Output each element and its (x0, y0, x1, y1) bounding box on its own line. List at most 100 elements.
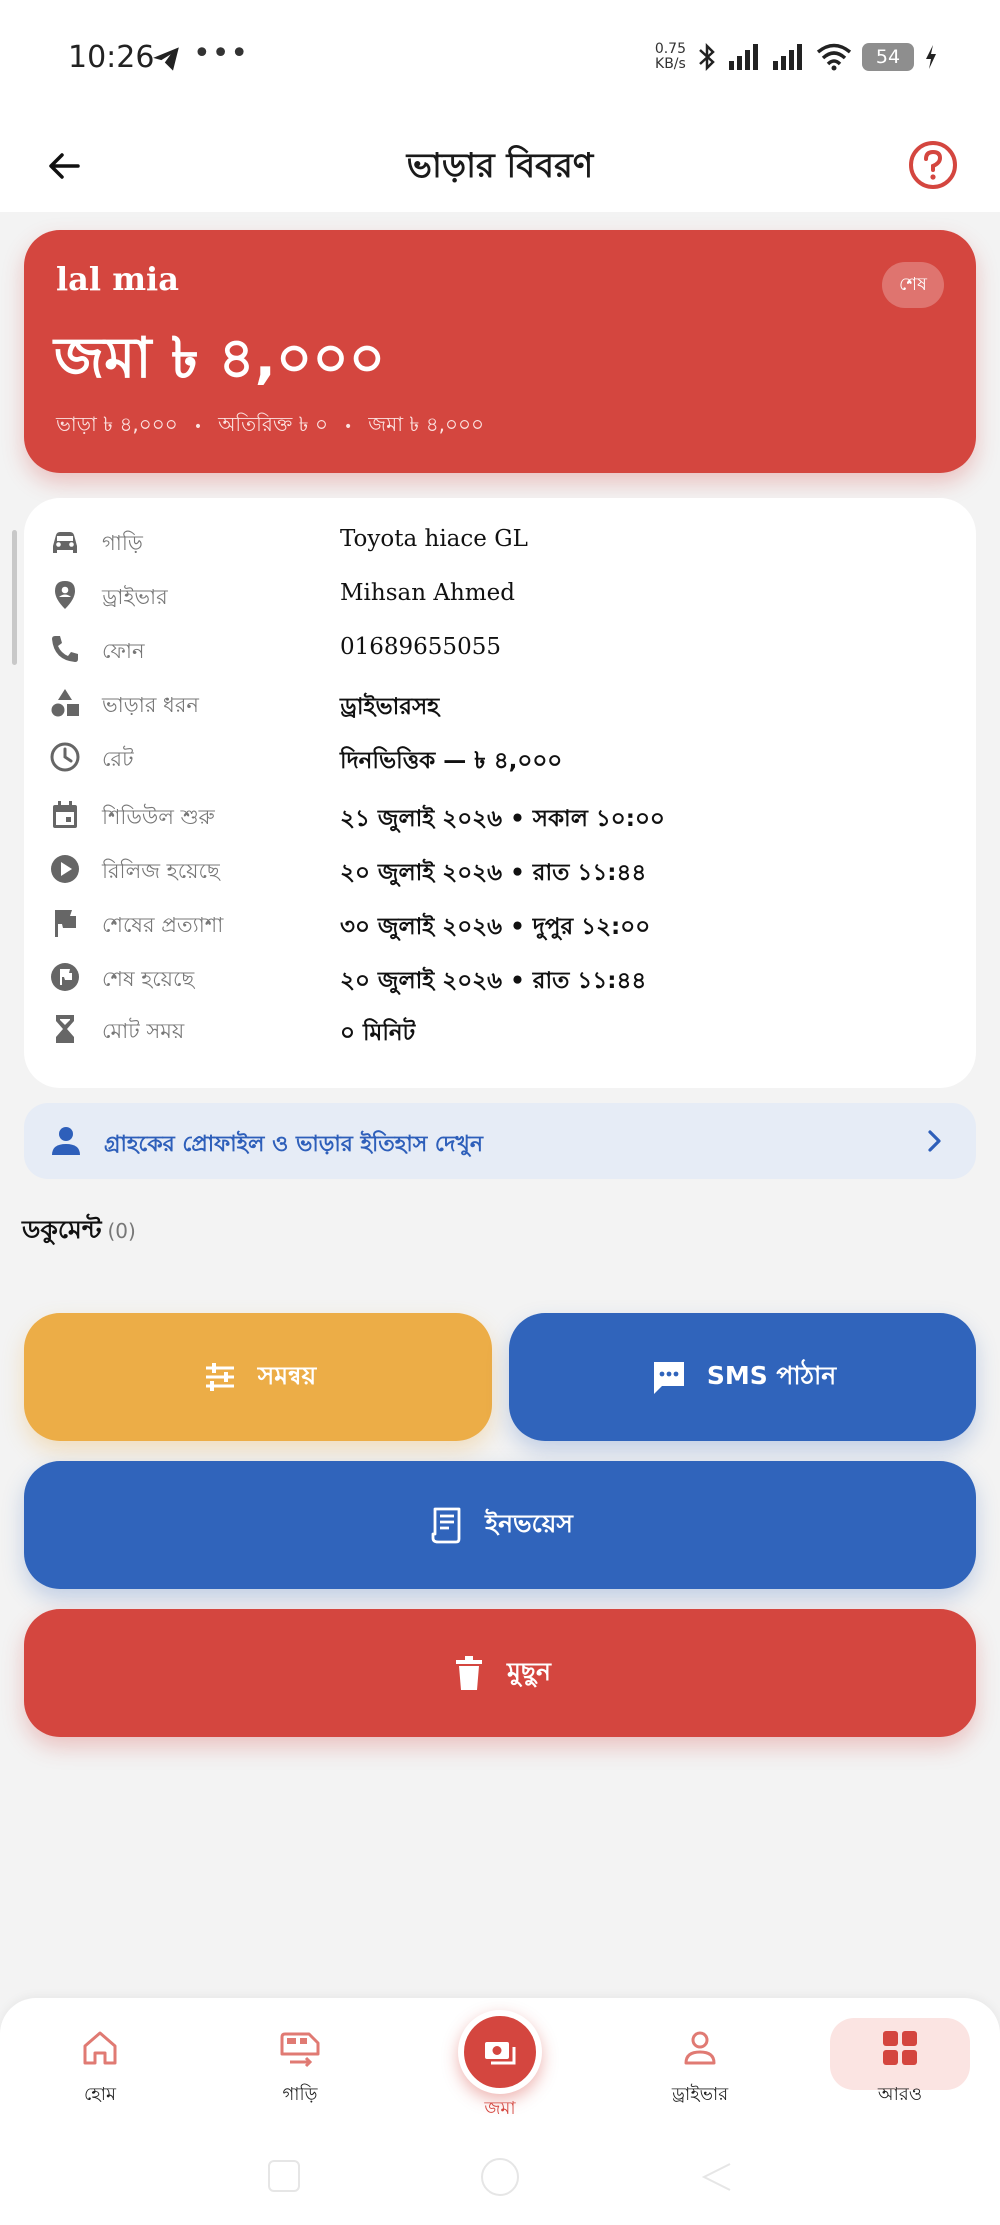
customer-name: lal mia (56, 260, 179, 298)
detail-row-rental-type: ভাড়ার ধরন ড্রাইভারসহ (24, 676, 976, 728)
amount-breakdown: ভাড়া ৳ ৪,০০০ • অতিরিক্ত ৳ ০ • জমা ৳ ৪,০… (56, 410, 484, 443)
detail-row-ended: শেষ হয়েছে ২০ জুলাই ২০২৬ • রাত ১১:৪৪ (24, 950, 976, 1002)
detail-value: Toyota hiace GL (340, 526, 528, 552)
detail-label: শেষ হয়েছে (102, 967, 195, 991)
detail-value: ২১ জুলাই ২০২৬ • সকাল ১০:০০ (340, 806, 665, 832)
detail-row-total-time: মোট সময় ০ মিনিট (24, 1002, 976, 1054)
clock-icon (50, 742, 80, 772)
network-speed: 0.75 KB/s (654, 41, 686, 72)
message-icon (653, 1362, 684, 1394)
bluetooth-icon (699, 42, 715, 72)
person-outline-icon (684, 2031, 716, 2065)
status-badge: শেষ (882, 262, 944, 308)
nav-deposit-label: জমা (484, 2098, 516, 2119)
app-bar: ভাড়ার বিবরণ (0, 120, 1000, 212)
extra-amount: অতিরিক্ত ৳ ০ (218, 412, 328, 436)
rental-details-card: গাড়ি Toyota hiace GL ড্রাইভার Mihsan Ah… (24, 498, 976, 1088)
flag-icon (55, 910, 76, 937)
rental-summary-card: lal mia শেষ জমা ৳ ৪,০০০ ভাড়া ৳ ৪,০০০ • … (24, 230, 976, 473)
separator-dot: • (193, 418, 203, 435)
detail-value: 01689655055 (340, 634, 501, 660)
nav-deposit-button[interactable] (458, 2010, 542, 2094)
adjust-label: সমন্বয় (257, 1360, 317, 1390)
detail-value: Mihsan Ahmed (340, 580, 515, 606)
detail-label: গাড়ি (102, 531, 143, 555)
deposit-amount: জমা ৳ ৪,০০০ (54, 326, 386, 391)
adjust-button[interactable]: সমন্বয় (24, 1313, 492, 1441)
calendar-icon (53, 801, 77, 828)
delete-label: মুছুন (507, 1656, 551, 1686)
status-bar: 10:26 ••• 0.75 KB/s 54 (0, 0, 1000, 120)
detail-label: রেট (102, 747, 134, 771)
vehicle-swap-icon (280, 2032, 320, 2068)
detail-row-schedule-start: শিডিউল শুরু ২১ জুলাই ২০২৬ • সকাল ১০:০০ (24, 788, 976, 840)
detail-value: ড্রাইভারসহ (340, 694, 440, 720)
nav-more-label: আরও (877, 2084, 923, 2105)
nav-driver-label: ড্রাইভার (671, 2084, 729, 2105)
send-sms-button[interactable]: SMS পাঠান (509, 1313, 976, 1441)
play-circle-icon (51, 855, 79, 883)
page-title: ভাড়ার বিবরণ (406, 146, 594, 186)
battery-indicator: 54 (862, 43, 914, 71)
person-icon (52, 1127, 80, 1155)
delete-button[interactable]: মুছুন (24, 1609, 976, 1737)
nav-car[interactable]: গাড়ি (230, 2018, 370, 2128)
cash-icon (485, 2042, 516, 2065)
system-navigation-bar (0, 2130, 1000, 2225)
send-sms-label: SMS পাঠান (706, 1360, 837, 1390)
detail-row-rate: রেট দিনভিত্তিক — ৳ ৪,০০০ (24, 730, 976, 782)
invoice-label: ইনভয়েস (485, 1508, 573, 1538)
detail-value: ২০ জুলাই ২০২৬ • রাত ১১:৪৪ (340, 968, 647, 994)
detail-label: ড্রাইভার (102, 585, 168, 609)
wifi-icon (816, 43, 852, 71)
detail-label: রিলিজ হয়েছে (102, 859, 220, 883)
detail-row-expected-end: শেষের প্রত্যাশা ৩০ জুলাই ২০২৬ • দুপুর ১২… (24, 896, 976, 948)
detail-row-released: রিলিজ হয়েছে ২০ জুলাই ২০২৬ • রাত ১১:৪৪ (24, 842, 976, 894)
documents-count: (0) (107, 1219, 136, 1243)
deposit-breakdown: জমা ৳ ৪,০০০ (368, 412, 485, 436)
nav-home[interactable]: হোম (30, 2018, 170, 2128)
detail-label: ভাড়ার ধরন (102, 693, 199, 717)
status-time: 10:26 (68, 40, 155, 75)
charging-icon (926, 45, 936, 69)
telegram-icon (153, 47, 179, 71)
hourglass-icon (56, 1015, 74, 1043)
shapes-icon (51, 689, 79, 717)
detail-label: শিডিউল শুরু (102, 805, 215, 829)
trash-icon (456, 1656, 483, 1690)
detail-label: মোট সময় (102, 1019, 185, 1043)
phone-icon (52, 636, 78, 662)
detail-row-driver: ড্রাইভার Mihsan Ahmed (24, 568, 976, 620)
fare-amount: ভাড়া ৳ ৪,০০০ (56, 412, 178, 436)
back-system-icon[interactable] (700, 2160, 734, 2194)
nav-car-label: গাড়ি (282, 2084, 318, 2105)
recents-button[interactable] (268, 2160, 300, 2192)
detail-value: ২০ জুলাই ২০২৬ • রাত ১১:৪৪ (340, 860, 647, 886)
tune-icon (205, 1363, 234, 1391)
customer-link-text: গ্রাহকের প্রোফাইল ও ভাড়ার ইতিহাস দেখুন (104, 1132, 483, 1157)
separator-dot: • (343, 418, 353, 435)
help-circle-icon[interactable] (906, 138, 960, 192)
detail-value: ০ মিনিট (340, 1020, 416, 1046)
location-pin-icon (55, 581, 75, 609)
nav-driver[interactable]: ড্রাইভার (630, 2018, 770, 2128)
scroll-indicator (12, 530, 17, 665)
signal-icon (729, 44, 758, 70)
invoice-button[interactable]: ইনভয়েস (24, 1461, 976, 1589)
customer-profile-link[interactable]: গ্রাহকের প্রোফাইল ও ভাড়ার ইতিহাস দেখুন (24, 1103, 976, 1179)
detail-label: শেষের প্রত্যাশা (102, 913, 224, 937)
detail-value: দিনভিত্তিক — ৳ ৪,০০০ (340, 748, 563, 774)
detail-value: ৩০ জুলাই ২০২৬ • দুপুর ১২:০০ (340, 914, 651, 940)
car-icon (53, 532, 77, 553)
detail-row-car: গাড়ি Toyota hiace GL (24, 514, 976, 566)
nav-more[interactable]: আরও (830, 2018, 970, 2128)
nav-home-label: হোম (84, 2084, 116, 2105)
flag-circle-icon (51, 963, 79, 991)
home-icon (83, 2031, 117, 2065)
receipt-icon (431, 1507, 461, 1544)
home-system-button[interactable] (481, 2158, 519, 2196)
detail-label: ফোন (102, 639, 145, 663)
detail-row-phone: ফোন 01689655055 (24, 622, 976, 674)
signal-icon-2 (773, 44, 802, 70)
documents-heading: ডকুমেন্ট (0) (22, 1215, 136, 1244)
